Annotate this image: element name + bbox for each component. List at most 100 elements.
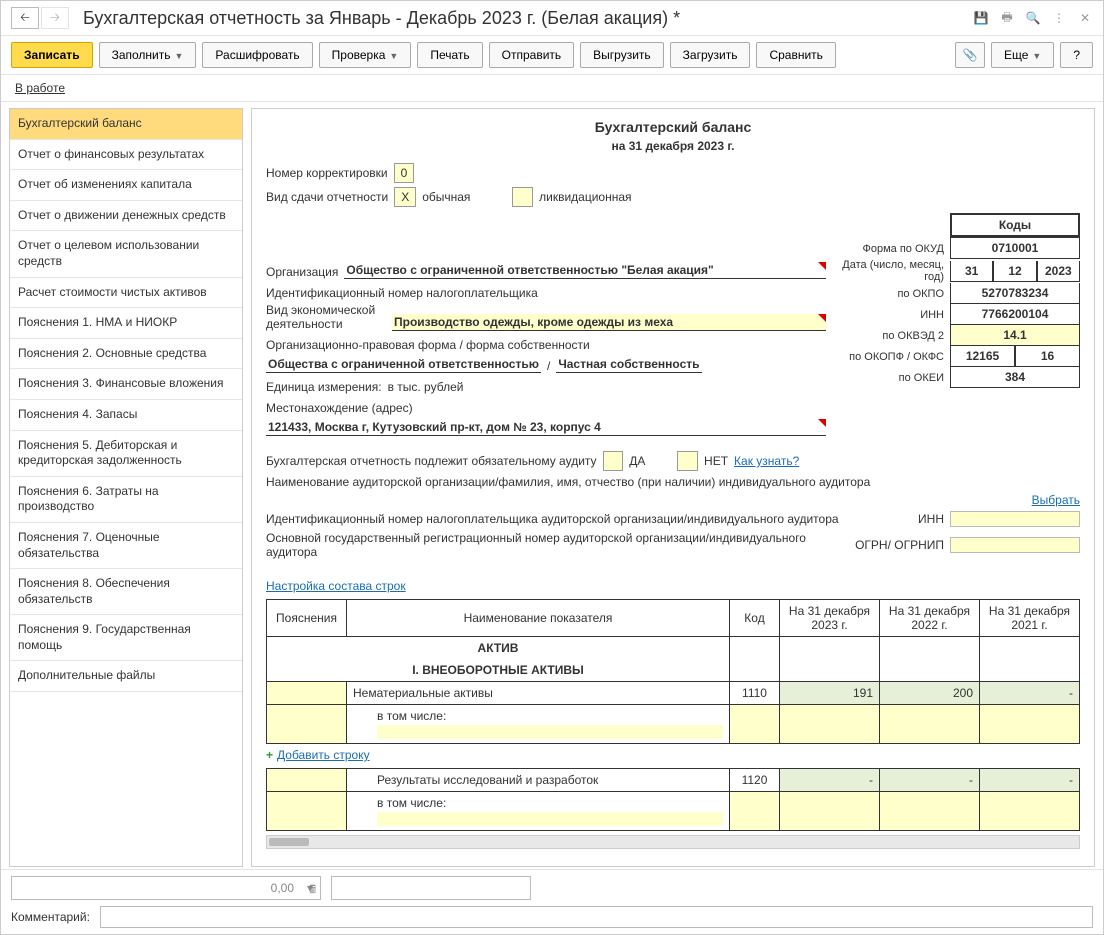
sidebar-item-expl7[interactable]: Пояснения 7. Оценочные обязательства: [10, 523, 242, 569]
addr-value[interactable]: 121433, Москва г, Кутузовский пр-кт, дом…: [266, 419, 826, 436]
send-button[interactable]: Отправить: [489, 42, 575, 68]
titlebar: 🡠 🡢 Бухгалтерская отчетность за Январь -…: [1, 1, 1103, 36]
audit-no-label: НЕТ: [704, 454, 728, 468]
horizontal-scrollbar[interactable]: [266, 835, 1080, 849]
row-incl2: в том числе:: [377, 796, 446, 810]
preview-icon[interactable]: 🔍: [1025, 10, 1041, 26]
print-button[interactable]: Печать: [417, 42, 482, 68]
type-normal-check[interactable]: X: [394, 187, 416, 207]
audit-ogrn-input[interactable]: [950, 537, 1080, 553]
audit-no-check[interactable]: [677, 451, 698, 471]
sidebar-item-expl4[interactable]: Пояснения 4. Запасы: [10, 400, 242, 431]
help-button[interactable]: ?: [1060, 42, 1093, 68]
attach-button[interactable]: 📎: [955, 42, 985, 68]
unit-label: Единица измерения:: [266, 380, 382, 394]
row1-name: Нематериальные активы: [347, 682, 730, 705]
th-name: Наименование показателя: [347, 600, 730, 637]
org-name[interactable]: Общество с ограниченной ответственностью…: [344, 262, 826, 279]
close-icon[interactable]: ✕: [1077, 10, 1093, 26]
balance-table-2: Результаты исследований и разработок 112…: [266, 768, 1080, 831]
row1-v2[interactable]: 200: [880, 682, 980, 705]
choose-link[interactable]: Выбрать: [1032, 493, 1080, 507]
sidebar-item-cashflow[interactable]: Отчет о движении денежных средств: [10, 201, 242, 232]
decode-button[interactable]: Расшифровать: [202, 42, 312, 68]
import-button[interactable]: Загрузить: [670, 42, 751, 68]
okud-value: 0710001: [950, 238, 1080, 259]
compare-button[interactable]: Сравнить: [756, 42, 835, 68]
print-icon[interactable]: 🖶: [999, 10, 1015, 26]
row2-v3[interactable]: -: [980, 769, 1080, 792]
audit-inn-input[interactable]: [950, 511, 1080, 527]
window-title: Бухгалтерская отчетность за Январь - Дек…: [83, 8, 973, 29]
audit-yes-check[interactable]: [603, 451, 624, 471]
activity-label: Вид экономической деятельности: [266, 303, 386, 331]
nav-forward-button[interactable]: 🡢: [41, 7, 69, 29]
footer: 0,00 🖩 ▾ Комментарий:: [1, 869, 1103, 934]
corr-value[interactable]: 0: [394, 163, 415, 183]
section-aktiv: АКТИВ: [267, 637, 730, 660]
sidebar-item-netassets[interactable]: Расчет стоимости чистых активов: [10, 278, 242, 309]
row1-v3[interactable]: -: [980, 682, 1080, 705]
plus-icon: +: [266, 748, 273, 762]
okopf-val1: 12165: [950, 346, 1015, 367]
row-incl: в том числе:: [377, 709, 446, 723]
row1-v1[interactable]: 191: [780, 682, 880, 705]
save-icon[interactable]: 💾: [973, 10, 989, 26]
sidebar-item-expl1[interactable]: Пояснения 1. НМА и НИОКР: [10, 308, 242, 339]
export-button[interactable]: Выгрузить: [580, 42, 664, 68]
okopf-label: по ОКОПФ / ОКФС: [836, 351, 950, 363]
comment-input[interactable]: [100, 906, 1093, 928]
date-day: 31: [950, 261, 993, 282]
table-row[interactable]: Нематериальные активы 1110 191 200 -: [267, 682, 1080, 705]
type-liquid-check[interactable]: [512, 187, 533, 207]
footer-text-input[interactable]: [331, 876, 531, 900]
org-label: Организация: [266, 265, 338, 279]
okud-label: Форма по ОКУД: [836, 243, 950, 255]
orgform-label: Организационно-правовая форма / форма со…: [266, 338, 590, 352]
table-row[interactable]: в том числе:: [267, 705, 1080, 744]
sidebar-item-expl3[interactable]: Пояснения 3. Финансовые вложения: [10, 369, 242, 400]
audit-howto-link[interactable]: Как узнать?: [734, 454, 799, 468]
add-row-link[interactable]: +Добавить строку: [266, 748, 1080, 762]
type-label: Вид сдачи отчетности: [266, 190, 388, 204]
activity-value[interactable]: Производство одежды, кроме одежды из мех…: [392, 314, 826, 331]
sidebar-item-files[interactable]: Дополнительные файлы: [10, 661, 242, 692]
sidebar-item-balance[interactable]: Бухгалтерский баланс: [10, 109, 242, 140]
audit-ogrn-label: Основной государственный регистрационный…: [266, 531, 849, 559]
audit-org-label: Наименование аудиторской организации/фам…: [266, 475, 870, 489]
row2-v1[interactable]: -: [780, 769, 880, 792]
form-content: Бухгалтерский баланс на 31 декабря 2023 …: [251, 108, 1095, 867]
form-title: Бухгалтерский баланс: [266, 119, 1080, 135]
nav-back-button[interactable]: 🡠: [11, 7, 39, 29]
th-expl: Пояснения: [267, 600, 347, 637]
write-button[interactable]: Записать: [11, 42, 93, 68]
addr-label: Местонахождение (адрес): [266, 401, 413, 415]
table-row[interactable]: Результаты исследований и разработок 112…: [267, 769, 1080, 792]
sidebar-item-finresults[interactable]: Отчет о финансовых результатах: [10, 140, 242, 171]
check-button[interactable]: Проверка▼: [319, 42, 412, 68]
orgform-val1: Общества с ограниченной ответственностью: [266, 356, 541, 373]
sidebar-item-expl9[interactable]: Пояснения 9. Государственная помощь: [10, 615, 242, 661]
sidebar-item-expl8[interactable]: Пояснения 8. Обеспечения обязательств: [10, 569, 242, 615]
more-button[interactable]: Еще▼: [991, 42, 1054, 68]
audit-inn-short: ИНН: [918, 512, 944, 526]
sidebar-item-targetuse[interactable]: Отчет о целевом использовании средств: [10, 231, 242, 277]
status-bar: В работе: [1, 75, 1103, 102]
row2-v2[interactable]: -: [880, 769, 980, 792]
sidebar-item-expl6[interactable]: Пояснения 6. Затраты на производство: [10, 477, 242, 523]
inn-value: 7766200104: [950, 304, 1080, 325]
config-rows-link[interactable]: Настройка состава строк: [266, 579, 406, 593]
menu-icon[interactable]: ⋮: [1051, 10, 1067, 26]
okved-value[interactable]: 14.1: [950, 325, 1080, 346]
footer-number-input[interactable]: 0,00 🖩 ▾: [11, 876, 321, 900]
date-year: 2023: [1037, 261, 1080, 282]
table-row[interactable]: в том числе:: [267, 792, 1080, 831]
comment-label: Комментарий:: [11, 910, 90, 924]
sidebar-item-expl5[interactable]: Пояснения 5. Дебиторская и кредиторская …: [10, 431, 242, 477]
unit-value: в тыс. рублей: [388, 380, 464, 394]
status-link[interactable]: В работе: [15, 81, 65, 95]
sidebar-item-capital[interactable]: Отчет об изменениях капитала: [10, 170, 242, 201]
sidebar-item-expl2[interactable]: Пояснения 2. Основные средства: [10, 339, 242, 370]
th-col3: На 31 декабря 2021 г.: [980, 600, 1080, 637]
fill-button[interactable]: Заполнить▼: [99, 42, 197, 68]
